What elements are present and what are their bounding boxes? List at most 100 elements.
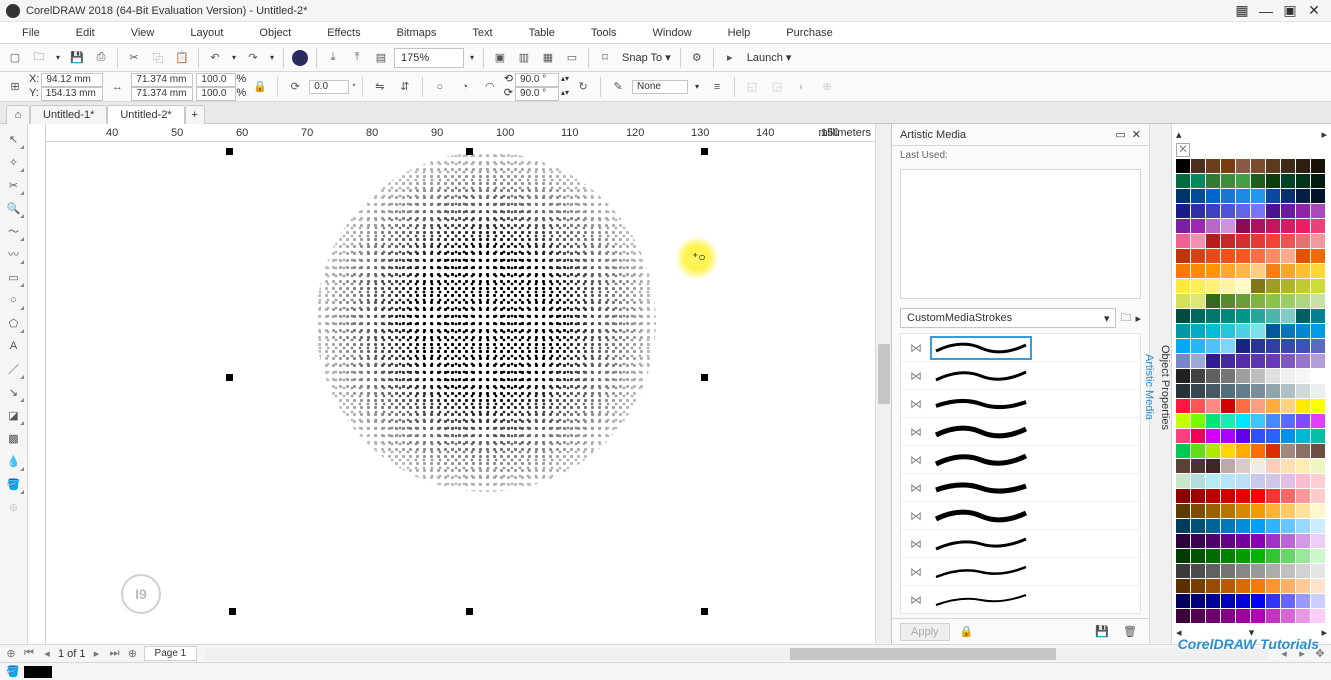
swatch-14[interactable] — [1236, 174, 1250, 188]
swatch-5[interactable] — [1251, 159, 1265, 173]
swatch-54[interactable] — [1236, 234, 1250, 248]
scale-w-input[interactable]: 100.0 — [196, 73, 236, 87]
swatch-270[interactable] — [1176, 564, 1190, 578]
swatch-261[interactable] — [1191, 549, 1205, 563]
stroke-item-10[interactable]: ⋈ — [901, 586, 1140, 614]
swatch-126[interactable] — [1266, 339, 1280, 353]
swatch-125[interactable] — [1251, 339, 1265, 353]
swatch-228[interactable] — [1296, 489, 1310, 503]
swatch-196[interactable] — [1266, 444, 1280, 458]
swatch-201[interactable] — [1191, 459, 1205, 473]
swatch-98[interactable] — [1296, 294, 1310, 308]
swatch-233[interactable] — [1221, 504, 1235, 518]
swatch-287[interactable] — [1281, 579, 1295, 593]
swatch-100[interactable] — [1176, 309, 1190, 323]
sel-handle-tl[interactable] — [226, 148, 233, 155]
swatch-274[interactable] — [1236, 564, 1250, 578]
drop-shadow-tool[interactable]: ◪ — [3, 404, 25, 426]
swatch-129[interactable] — [1311, 339, 1325, 353]
swatch-252[interactable] — [1206, 534, 1220, 548]
launch-menu[interactable]: Launch ▾ — [743, 51, 796, 64]
shape-tool[interactable]: ✧ — [3, 151, 25, 173]
swatch-142[interactable] — [1206, 369, 1220, 383]
swatch-296[interactable] — [1266, 594, 1280, 608]
swatch-231[interactable] — [1191, 504, 1205, 518]
swatch-273[interactable] — [1221, 564, 1235, 578]
show-grid-icon[interactable]: ▦ — [537, 47, 559, 69]
menu-effects[interactable]: Effects — [309, 22, 378, 43]
swatch-57[interactable] — [1281, 234, 1295, 248]
pie-icon[interactable]: ◔ — [454, 76, 476, 98]
swatch-147[interactable] — [1281, 369, 1295, 383]
hscroll-thumb[interactable] — [790, 648, 1056, 660]
show-rulers-icon[interactable]: ▥ — [513, 47, 535, 69]
swatch-188[interactable] — [1296, 429, 1310, 443]
swatch-9[interactable] — [1311, 159, 1325, 173]
swatch-39[interactable] — [1311, 204, 1325, 218]
swatch-225[interactable] — [1251, 489, 1265, 503]
paste-icon[interactable]: 📋 — [171, 47, 193, 69]
swatch-116[interactable] — [1266, 324, 1280, 338]
swatch-99[interactable] — [1311, 294, 1325, 308]
swatch-66[interactable] — [1266, 249, 1280, 263]
swatch-305[interactable] — [1251, 609, 1265, 623]
stroke-item-1[interactable]: ⋈ — [901, 334, 1140, 362]
swatch-4[interactable] — [1236, 159, 1250, 173]
stroke-item-2[interactable]: ⋈ — [901, 362, 1140, 390]
swatch-174[interactable] — [1236, 414, 1250, 428]
menu-purchase[interactable]: Purchase — [768, 22, 850, 43]
add-page-after-icon[interactable]: ⊕ — [126, 647, 140, 660]
text-tool[interactable]: A — [3, 335, 25, 357]
stroke-item-4[interactable]: ⋈ — [901, 418, 1140, 446]
swatch-52[interactable] — [1206, 234, 1220, 248]
new-tab-button[interactable]: + — [185, 105, 205, 124]
swatch-214[interactable] — [1236, 474, 1250, 488]
back-icon[interactable]: ◲ — [766, 76, 788, 98]
swatch-281[interactable] — [1191, 579, 1205, 593]
swatch-246[interactable] — [1266, 519, 1280, 533]
transparency-tool[interactable]: ▩ — [3, 427, 25, 449]
print-icon[interactable]: ⎙ — [90, 47, 112, 69]
swatch-72[interactable] — [1206, 264, 1220, 278]
ellipse-tool[interactable]: ○ — [3, 289, 25, 311]
palette-expand-icon[interactable]: ▸ — [1321, 128, 1327, 141]
swatch-49[interactable] — [1311, 219, 1325, 233]
swatch-32[interactable] — [1206, 204, 1220, 218]
undo-dropdown[interactable]: ▾ — [228, 53, 240, 62]
swatch-145[interactable] — [1251, 369, 1265, 383]
menu-bitmaps[interactable]: Bitmaps — [379, 22, 455, 43]
swatch-209[interactable] — [1311, 459, 1325, 473]
swatch-149[interactable] — [1311, 369, 1325, 383]
swatch-275[interactable] — [1251, 564, 1265, 578]
swatch-264[interactable] — [1236, 549, 1250, 563]
swatch-30[interactable] — [1176, 204, 1190, 218]
lock-stroke-icon[interactable]: 🔒 — [956, 621, 978, 643]
swatch-250[interactable] — [1176, 534, 1190, 548]
zoom-level[interactable]: 175% — [394, 48, 464, 68]
swatch-163[interactable] — [1221, 399, 1235, 413]
scale-h-input[interactable]: 100.0 — [196, 87, 236, 101]
swatch-242[interactable] — [1206, 519, 1220, 533]
swatch-206[interactable] — [1266, 459, 1280, 473]
add-page-icon[interactable]: ⊕ — [4, 647, 18, 660]
swatch-210[interactable] — [1176, 474, 1190, 488]
swatch-247[interactable] — [1281, 519, 1295, 533]
ellipse-icon[interactable]: ○ — [429, 76, 451, 98]
canvas[interactable]: ⁺○ I9 — [46, 142, 875, 644]
sel-handle-mr[interactable] — [701, 374, 708, 381]
swatch-86[interactable] — [1266, 279, 1280, 293]
swatch-75[interactable] — [1251, 264, 1265, 278]
swatch-63[interactable] — [1221, 249, 1235, 263]
swatch-236[interactable] — [1266, 504, 1280, 518]
prev-page-icon[interactable]: ◂ — [40, 647, 54, 660]
polygon-tool[interactable]: ⬠ — [3, 312, 25, 334]
swatch-35[interactable] — [1251, 204, 1265, 218]
swatch-276[interactable] — [1266, 564, 1280, 578]
menu-table[interactable]: Table — [511, 22, 573, 43]
swatch-221[interactable] — [1191, 489, 1205, 503]
swatch-79[interactable] — [1311, 264, 1325, 278]
menu-layout[interactable]: Layout — [172, 22, 241, 43]
quick-custom-icon[interactable]: ⊕ — [816, 76, 838, 98]
swatch-94[interactable] — [1236, 294, 1250, 308]
swatch-1[interactable] — [1191, 159, 1205, 173]
